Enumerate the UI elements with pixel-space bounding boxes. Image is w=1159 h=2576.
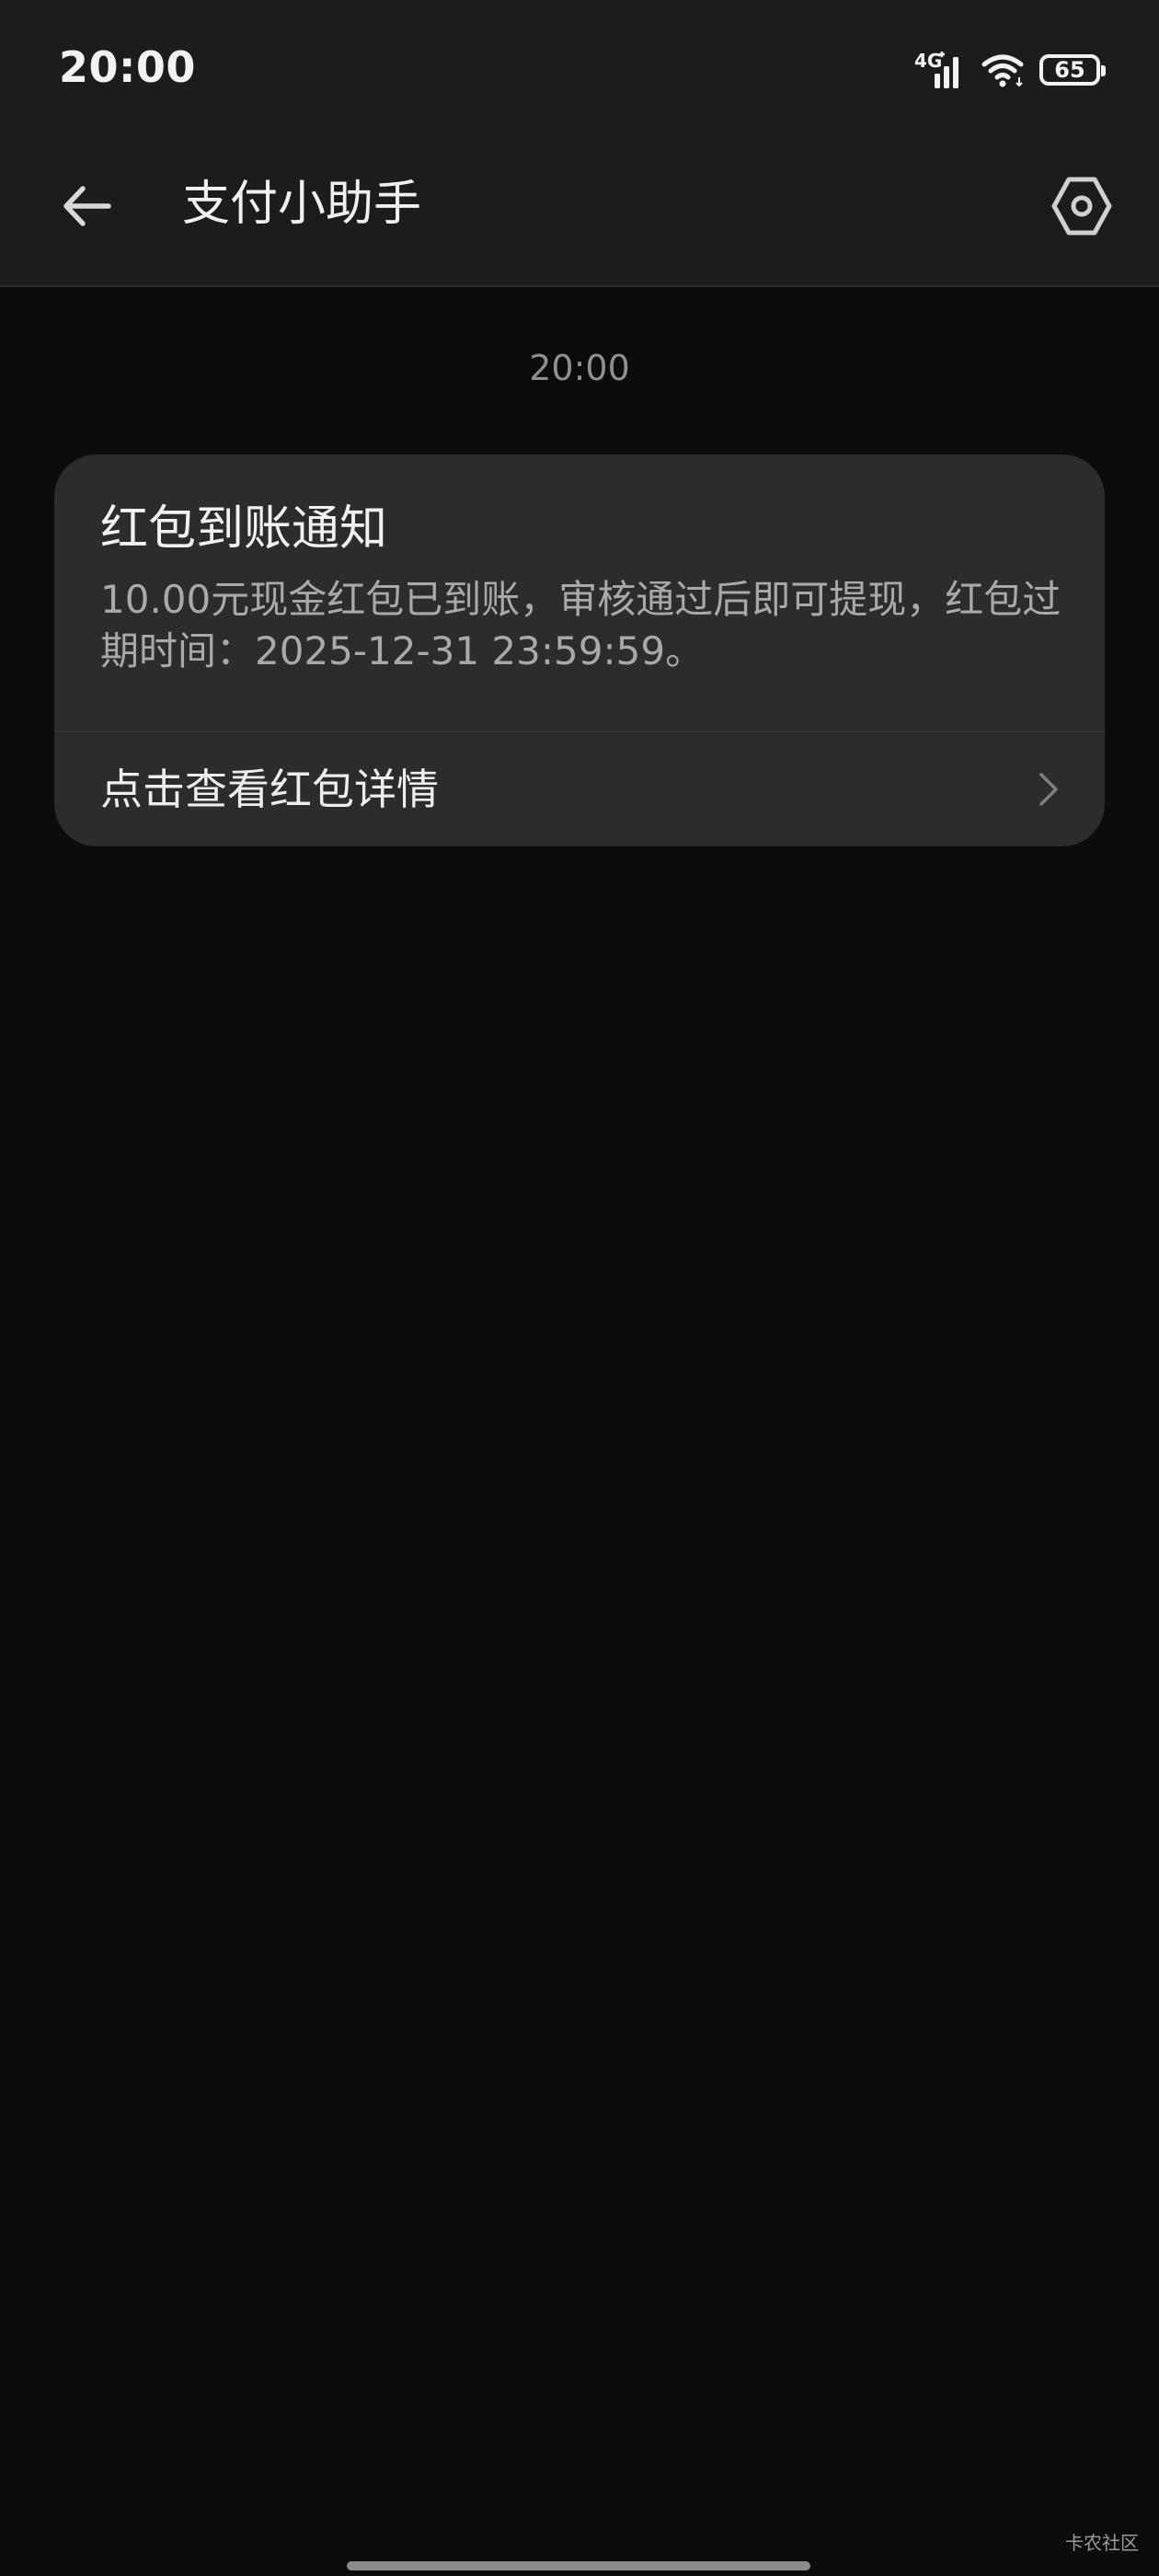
view-details-link[interactable]: 点击查看红包详情 [54, 732, 1105, 846]
status-bar: 20:00 4G 65 [0, 0, 1159, 138]
card-body: 红包到账通知 10.00元现金红包已到账，审核通过后即可提现，红包过期时间：20… [100, 499, 1066, 678]
settings-hexagon-icon [1051, 177, 1112, 236]
app-bar: 支付小助手 [0, 138, 1159, 285]
watermark: 卡农社区 [1065, 2532, 1139, 2554]
back-arrow-icon [63, 186, 111, 226]
battery-icon: 65 [1039, 54, 1106, 86]
wifi-icon [981, 52, 1027, 88]
view-details-label: 点击查看红包详情 [100, 765, 439, 814]
status-time: 20:00 [59, 42, 196, 92]
message-timestamp: 20:00 [529, 348, 630, 388]
home-indicator[interactable] [347, 2561, 810, 2570]
card-text: 10.00元现金红包已到账，审核通过后即可提现，红包过期时间：2025-12-3… [100, 576, 1061, 674]
screen: 20:00 4G 65 支付小助手 20:00 红包到账通知 10.00元现金红… [0, 0, 1159, 2576]
back-button[interactable] [46, 166, 127, 247]
settings-button[interactable] [1041, 166, 1122, 247]
chevron-right-icon [1039, 773, 1058, 806]
status-icons: 4G 65 [914, 48, 1106, 92]
card-title: 红包到账通知 [100, 501, 388, 557]
signal-icon: 4G [914, 50, 968, 90]
battery-level: 65 [1054, 57, 1085, 83]
notification-card: 红包到账通知 10.00元现金红包已到账，审核通过后即可提现，红包过期时间：20… [54, 454, 1105, 846]
page-title: 支付小助手 [182, 177, 422, 232]
header-surface: 20:00 4G 65 支付小助手 [0, 0, 1159, 287]
